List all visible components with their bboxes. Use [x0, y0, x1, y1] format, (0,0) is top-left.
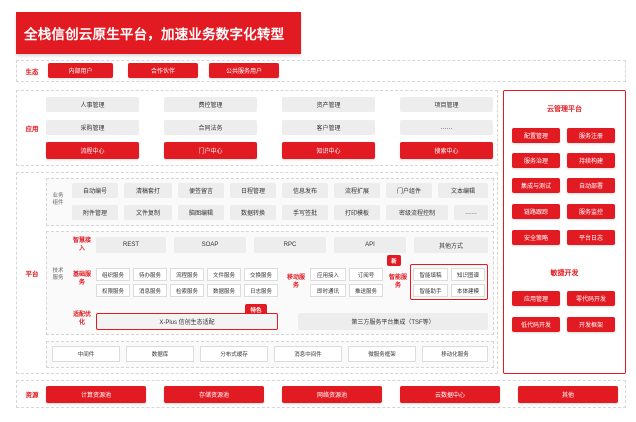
biz-item-file-copy[interactable]: 文件复制	[124, 205, 172, 220]
infra-item-mq[interactable]: 消息中间件	[274, 346, 342, 362]
resource-item-network[interactable]: 网络资源池	[282, 386, 382, 403]
app-item-more: ……	[400, 120, 493, 135]
biz-item-secret-process[interactable]: 密级流程控制	[386, 205, 448, 220]
cloud-item-ci[interactable]: 持续构建	[567, 153, 615, 168]
ecosystem-row-label: 生态	[25, 69, 39, 76]
base-item-todo[interactable]: 待办服务	[133, 268, 167, 281]
base-item-log[interactable]: 日志服务	[244, 284, 278, 297]
cloud-item-monitoring[interactable]: 服务监控	[567, 204, 615, 219]
base-item-permission[interactable]: 权限服务	[96, 284, 130, 297]
biz-item-process-ext[interactable]: 流程扩展	[334, 183, 380, 198]
application-row-label: 应用	[25, 126, 39, 133]
app-item-portal-center[interactable]: 门户中心	[164, 142, 257, 159]
biz-item-mindmap[interactable]: 脑图编辑	[178, 205, 224, 220]
infra-item-database[interactable]: 数据库	[126, 346, 194, 362]
biz-item-print-clean[interactable]: 清稿套打	[124, 183, 172, 198]
platform-row-label: 平台	[25, 271, 39, 278]
cloud-item-integration[interactable]: 集成与测试	[512, 178, 560, 193]
app-item-asset[interactable]: 资产管理	[282, 97, 375, 112]
infra-item-microservice[interactable]: 微服务框架	[348, 346, 416, 362]
base-item-search[interactable]: 检索服务	[170, 284, 204, 297]
adapt-optimize-label: 适配优化	[72, 312, 91, 326]
biz-item-print-template[interactable]: 打印模板	[334, 205, 380, 220]
resource-item-other[interactable]: 其他	[518, 386, 618, 403]
agile-item-app-mgmt[interactable]: 应用管理	[512, 291, 560, 306]
biz-item-text-editor[interactable]: 文本编辑	[438, 183, 488, 198]
smart-access-label: 智慧接入	[72, 238, 91, 252]
biz-item-auto-number[interactable]: 自动编号	[72, 183, 118, 198]
access-item-rpc[interactable]: RPC	[254, 237, 326, 253]
cloud-item-security[interactable]: 安全策略	[512, 230, 560, 245]
cloud-management-title: 云管理平台	[547, 106, 582, 113]
app-item-process-center[interactable]: 流程中心	[46, 142, 139, 159]
adapt-item-xplus[interactable]: X-Plus 信创生态适配	[96, 313, 278, 330]
base-item-message[interactable]: 消息服务	[133, 284, 167, 297]
app-item-customer[interactable]: 客户管理	[282, 120, 375, 135]
biz-item-portal-component[interactable]: 门户组件	[386, 183, 432, 198]
mobile-item-im[interactable]: 即时通讯	[310, 284, 346, 297]
cloud-item-logs[interactable]: 平台日志	[567, 230, 615, 245]
app-item-project[interactable]: 项目管理	[400, 97, 493, 112]
ecosystem-item-partners[interactable]: 合作伙伴	[128, 63, 198, 78]
app-item-search-center[interactable]: 搜索中心	[400, 142, 493, 159]
app-item-expense[interactable]: 费控管理	[164, 97, 257, 112]
biz-item-data-convert[interactable]: 数据转换	[230, 205, 276, 220]
mobile-item-subscription[interactable]: 订阅号	[349, 268, 383, 281]
base-item-flow[interactable]: 流程服务	[170, 268, 204, 281]
base-item-org[interactable]: 组织服务	[96, 268, 130, 281]
app-item-knowledge-center[interactable]: 知识中心	[282, 142, 375, 159]
new-tag: 新	[387, 255, 401, 266]
access-item-rest[interactable]: REST	[96, 237, 166, 253]
base-services-label: 基础服务	[72, 272, 91, 286]
cloud-item-deploy[interactable]: 自动部署	[567, 178, 615, 193]
smart-services-label: 智能服务	[389, 275, 408, 289]
agile-item-low-code[interactable]: 低代码开发	[512, 317, 560, 332]
biz-item-schedule[interactable]: 日程管理	[230, 183, 276, 198]
agile-dev-title: 敏捷开发	[550, 270, 579, 277]
mobile-item-push[interactable]: 推送服务	[349, 284, 383, 297]
biz-item-attachment[interactable]: 附件管理	[72, 205, 118, 220]
biz-item-handwriting[interactable]: 手写签批	[282, 205, 328, 220]
business-components-label: 业务组件	[52, 193, 64, 206]
biz-item-publish[interactable]: 信息发布	[282, 183, 328, 198]
tech-services-label: 技术服务	[52, 268, 64, 281]
smart-item-ontology[interactable]: 本体建模	[451, 284, 485, 297]
access-item-api[interactable]: API	[334, 237, 406, 253]
page-title-banner: 全栈信创云原生平台，加速业务数字化转型	[16, 12, 301, 54]
cloud-item-tracing[interactable]: 链路跟踪	[512, 204, 560, 219]
resource-item-compute[interactable]: 计算资源池	[46, 386, 146, 403]
resource-row-label: 资源	[25, 392, 39, 399]
infra-item-cache[interactable]: 分布式缓存	[200, 346, 268, 362]
resource-item-datacenter[interactable]: 云数据中心	[400, 386, 500, 403]
app-item-procurement[interactable]: 采购管理	[46, 120, 139, 135]
cloud-item-config[interactable]: 配置管理	[512, 128, 560, 143]
access-item-soap[interactable]: SOAP	[174, 237, 246, 253]
mobile-services-label: 移动服务	[286, 275, 305, 289]
base-item-file[interactable]: 文件服务	[207, 268, 241, 281]
resource-item-storage[interactable]: 存储资源池	[164, 386, 264, 403]
mobile-item-app-access[interactable]: 应用接入	[310, 268, 346, 281]
smart-item-assistant[interactable]: 智能助手	[413, 284, 448, 297]
biz-item-notes[interactable]: 便签留言	[178, 183, 224, 198]
biz-item-more: ……	[454, 205, 488, 220]
cloud-item-registry[interactable]: 服务注册	[567, 128, 615, 143]
ecosystem-item-public-users[interactable]: 公共服务用户	[209, 63, 279, 78]
page-title: 全栈信创云原生平台，加速业务数字化转型	[24, 27, 285, 42]
base-item-exchange[interactable]: 交换服务	[244, 268, 278, 281]
infra-item-mobile[interactable]: 移动化服务	[422, 346, 488, 362]
agile-item-framework[interactable]: 开发框架	[567, 317, 615, 332]
app-item-contract[interactable]: 合同法务	[164, 120, 257, 135]
base-item-data[interactable]: 数据服务	[207, 284, 241, 297]
ecosystem-item-internal-users[interactable]: 内部用户	[48, 63, 113, 78]
adapt-item-tsf[interactable]: 第三方服务平台集成（TSF等）	[298, 313, 488, 330]
cloud-item-governance[interactable]: 服务治理	[512, 153, 560, 168]
smart-item-knowledge-graph[interactable]: 知识图谱	[451, 268, 485, 281]
access-item-other[interactable]: 其他方式	[414, 237, 488, 253]
agile-item-no-code[interactable]: 零代码开发	[567, 291, 615, 306]
smart-item-fill[interactable]: 智能填稿	[413, 268, 448, 281]
app-item-hr[interactable]: 人事管理	[46, 97, 139, 112]
infra-item-middleware[interactable]: 中间件	[52, 346, 120, 362]
